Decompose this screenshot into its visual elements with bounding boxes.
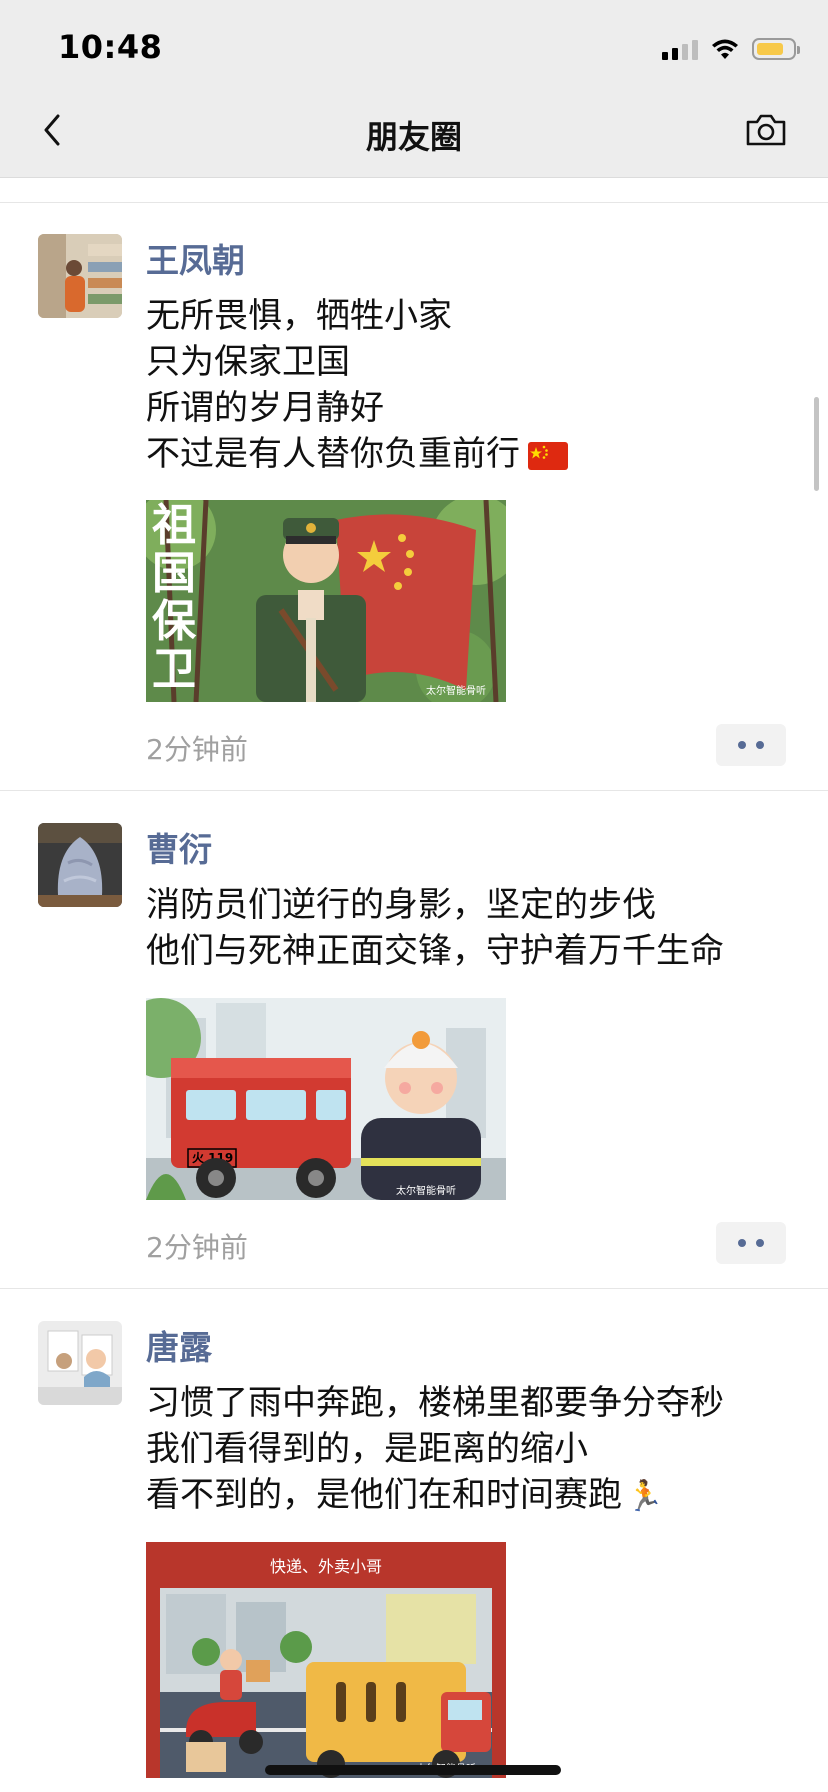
avatar[interactable] xyxy=(38,234,122,318)
top-bar: 10:48 朋友圈 xyxy=(0,0,828,178)
scrollbar[interactable] xyxy=(814,397,819,491)
post-text: 习惯了雨中奔跑，楼梯里都要争分夺秒 我们看得到的，是距离的缩小 看不到的，是他们… xyxy=(146,1380,796,1520)
post-line: 所谓的岁月静好 xyxy=(146,388,384,428)
post-time: 2分钟前 xyxy=(146,1231,248,1264)
post-divider xyxy=(0,1288,828,1289)
post-text: 消防员们逆行的身影，坚定的步伐 他们与死神正面交锋，守护着万千生命 xyxy=(146,882,796,974)
post-line: 消防员们逆行的身影，坚定的步伐 xyxy=(146,885,656,925)
image-watermark: 太尔智能骨听 xyxy=(396,1184,456,1197)
post-line: 他们与死神正面交锋，守护着万千生命 xyxy=(146,931,724,971)
wifi-icon xyxy=(712,39,738,59)
post-author-name[interactable]: 曹衍 xyxy=(146,823,212,871)
section-divider xyxy=(0,202,828,203)
post-author-name[interactable]: 唐露 xyxy=(146,1321,212,1369)
svg-text:保: 保 xyxy=(152,596,197,647)
post-divider xyxy=(0,790,828,791)
svg-text:卫: 卫 xyxy=(152,644,196,695)
post-line: 看不到的，是他们在和时间赛跑 🏃 xyxy=(146,1472,796,1520)
image-caption-text: 祖 xyxy=(152,500,196,551)
post-line: 习惯了雨中奔跑，楼梯里都要争分夺秒 xyxy=(146,1383,724,1423)
status-time: 10:48 xyxy=(58,28,163,66)
post-line: 无所畏惧，牺牲小家 xyxy=(146,296,452,336)
post-line: 只为保家卫国 xyxy=(146,342,350,382)
post-image[interactable]: 快递、外卖小哥 太尔智能骨听 xyxy=(146,1542,506,1778)
post-author-name[interactable]: 王凤朝 xyxy=(146,234,245,282)
avatar[interactable] xyxy=(38,1321,122,1405)
page-title: 朋友圈 xyxy=(365,118,462,156)
post-more-button[interactable] xyxy=(716,724,786,766)
post-line: 我们看得到的，是距离的缩小 xyxy=(146,1429,588,1469)
post-line: 不过是有人替你负重前行 xyxy=(146,431,796,477)
china-flag-emoji-icon xyxy=(528,441,568,470)
cellular-signal-icon xyxy=(662,38,698,60)
post-text: 无所畏惧，牺牲小家 只为保家卫国 所谓的岁月静好 不过是有人替你负重前行 xyxy=(146,293,796,477)
battery-icon xyxy=(752,38,800,60)
home-indicator[interactable] xyxy=(265,1765,561,1775)
post-time: 2分钟前 xyxy=(146,733,248,766)
svg-text:国: 国 xyxy=(152,548,196,599)
post-image[interactable]: 火 119 太尔智能骨听 xyxy=(146,998,506,1200)
post-image[interactable]: 祖 国 保 卫 太尔智能骨听 xyxy=(146,500,506,702)
avatar[interactable] xyxy=(38,823,122,907)
post-more-button[interactable] xyxy=(716,1222,786,1264)
status-icons xyxy=(662,34,800,64)
running-person-emoji-icon: 🏃 xyxy=(626,1478,664,1514)
camera-icon[interactable] xyxy=(744,112,788,148)
image-title-text: 快递、外卖小哥 xyxy=(270,1557,382,1576)
image-watermark: 太尔智能骨听 xyxy=(426,684,486,697)
